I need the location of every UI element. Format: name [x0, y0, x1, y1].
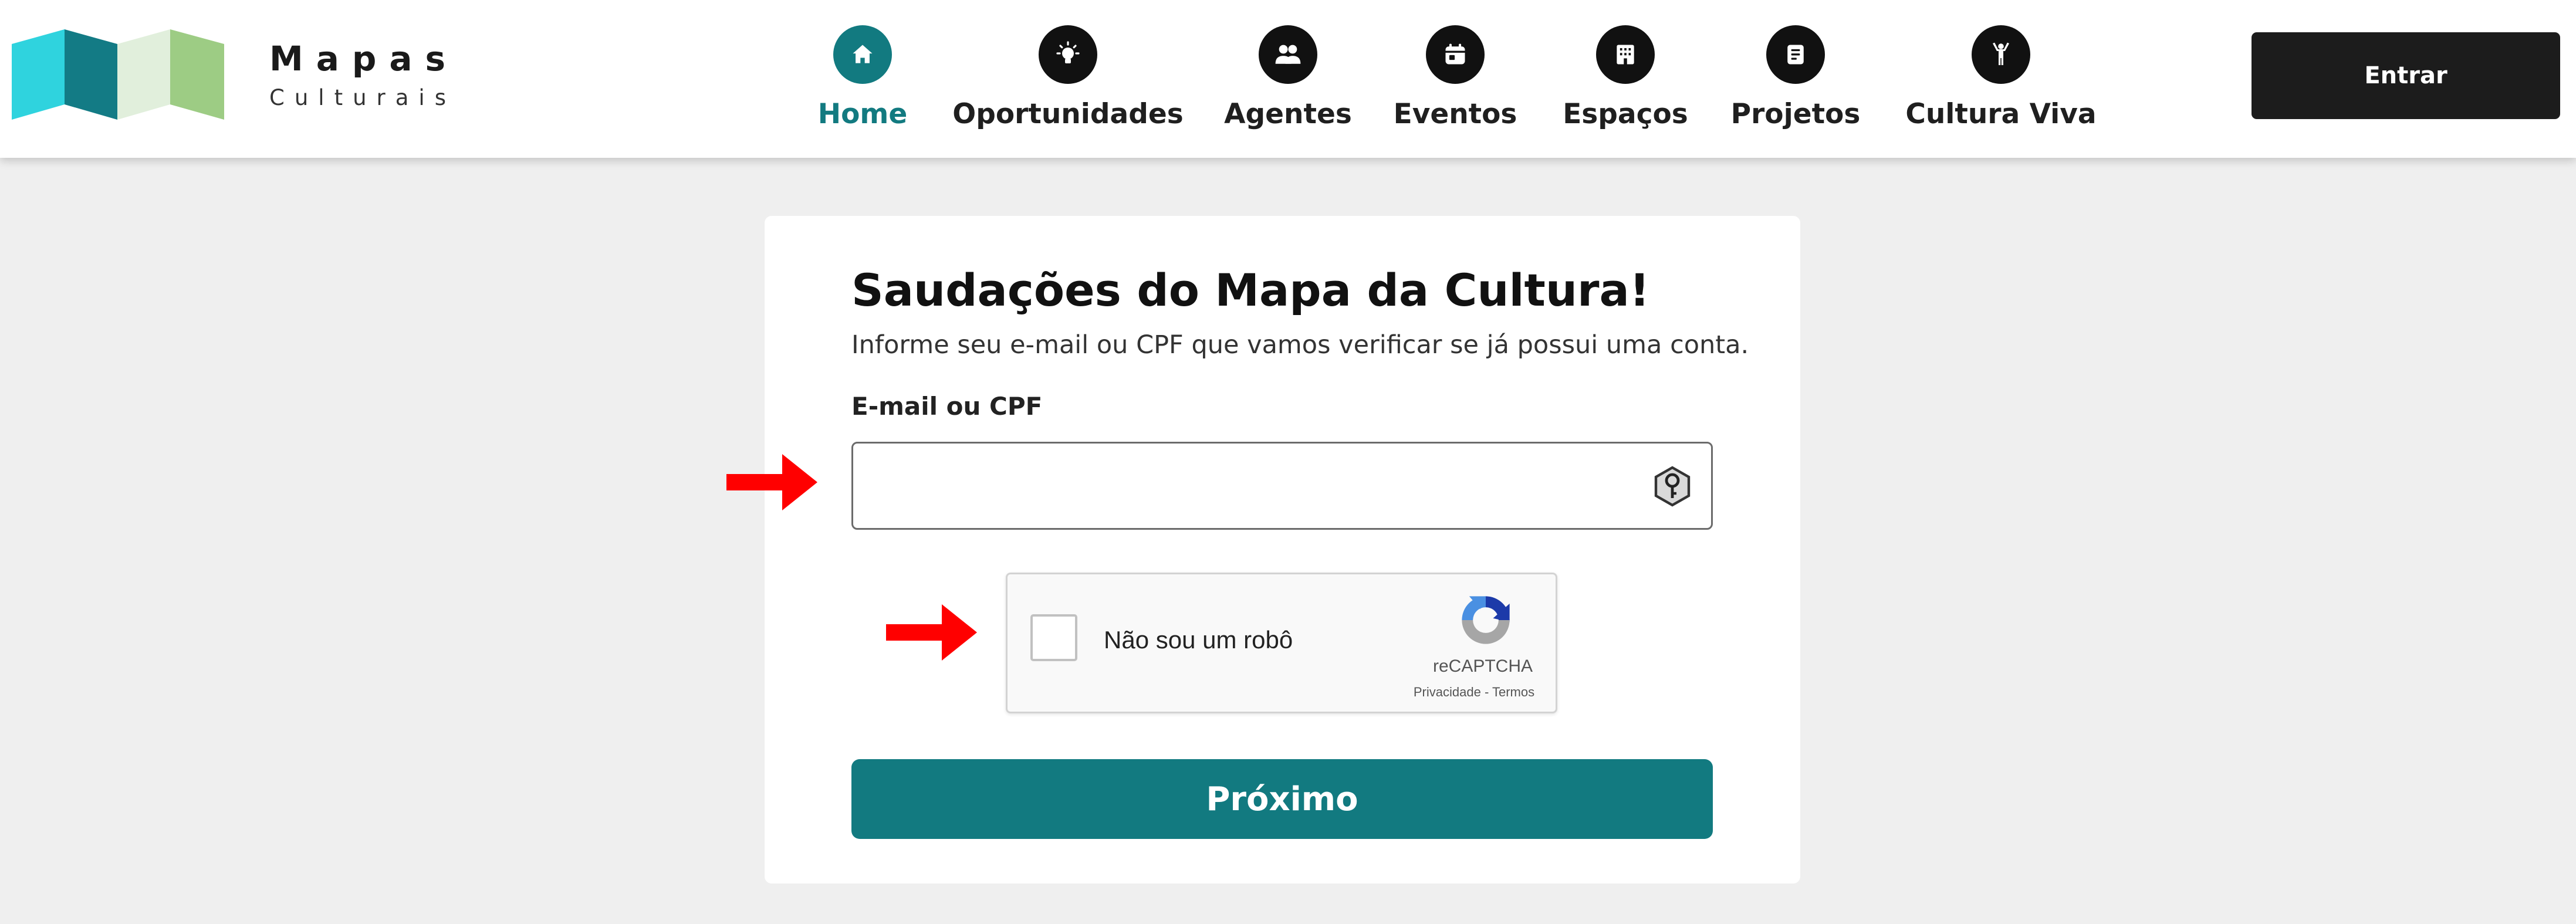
recaptcha-brand: reCAPTCHA	[1432, 656, 1533, 676]
nav-cultura-viva[interactable]: Cultura Viva	[1904, 25, 2098, 137]
people-icon	[1259, 25, 1317, 84]
nav-eventos[interactable]: Eventos	[1391, 25, 1520, 137]
nav-eventos-label: Eventos	[1393, 98, 1517, 130]
recaptcha-checkbox[interactable]	[1030, 614, 1077, 661]
lightbulb-icon	[1039, 25, 1097, 84]
document-icon	[1766, 25, 1825, 84]
annotation-arrow-captcha	[886, 604, 977, 661]
login-button[interactable]: Entrar	[2252, 32, 2560, 119]
recaptcha-logo-icon	[1462, 596, 1510, 644]
nav-oportunidades-label: Oportunidades	[952, 98, 1184, 130]
password-manager-key-icon[interactable]	[1651, 465, 1693, 507]
next-button[interactable]: Próximo	[851, 759, 1713, 839]
nav-agentes-label: Agentes	[1224, 98, 1352, 130]
mapas-culturais-logo[interactable]	[12, 29, 224, 120]
calendar-icon	[1426, 25, 1485, 84]
recaptcha-label: Não sou um robô	[1104, 626, 1293, 654]
brand-name: Mapas	[269, 39, 459, 79]
top-navbar: Mapas Culturais Home Oportunidades Agent…	[0, 0, 2576, 158]
home-icon	[833, 25, 892, 84]
nav-espacos[interactable]: Espaços	[1558, 25, 1693, 137]
nav-projetos-label: Projetos	[1730, 98, 1861, 130]
brand-subtitle: Culturais	[269, 85, 456, 110]
recaptcha-widget: Não sou um robô reCAPTCHA Privacidade - …	[1006, 573, 1557, 713]
nav-home[interactable]: Home	[813, 25, 912, 137]
nav-espacos-label: Espaços	[1563, 98, 1688, 130]
email-cpf-input[interactable]	[853, 444, 1628, 528]
person-raised-arms-icon	[1972, 25, 2030, 84]
recaptcha-terms-link[interactable]: Privacidade - Termos	[1395, 685, 1553, 700]
page-title: Saudações do Mapa da Cultura!	[851, 264, 1650, 316]
nav-projetos[interactable]: Projetos	[1728, 25, 1863, 137]
nav-agentes[interactable]: Agentes	[1223, 25, 1353, 137]
building-icon	[1596, 25, 1655, 84]
email-cpf-label: E-mail ou CPF	[851, 392, 1043, 421]
annotation-arrow-input	[726, 454, 817, 510]
login-card: Saudações do Mapa da Cultura! Informe se…	[765, 216, 1800, 884]
nav-cultura-viva-label: Cultura Viva	[1905, 98, 2097, 130]
email-cpf-field-wrapper	[851, 442, 1713, 530]
login-description: Informe seu e-mail ou CPF que vamos veri…	[851, 330, 1749, 360]
nav-oportunidades[interactable]: Oportunidades	[951, 25, 1185, 137]
nav-home-label: Home	[817, 98, 908, 130]
